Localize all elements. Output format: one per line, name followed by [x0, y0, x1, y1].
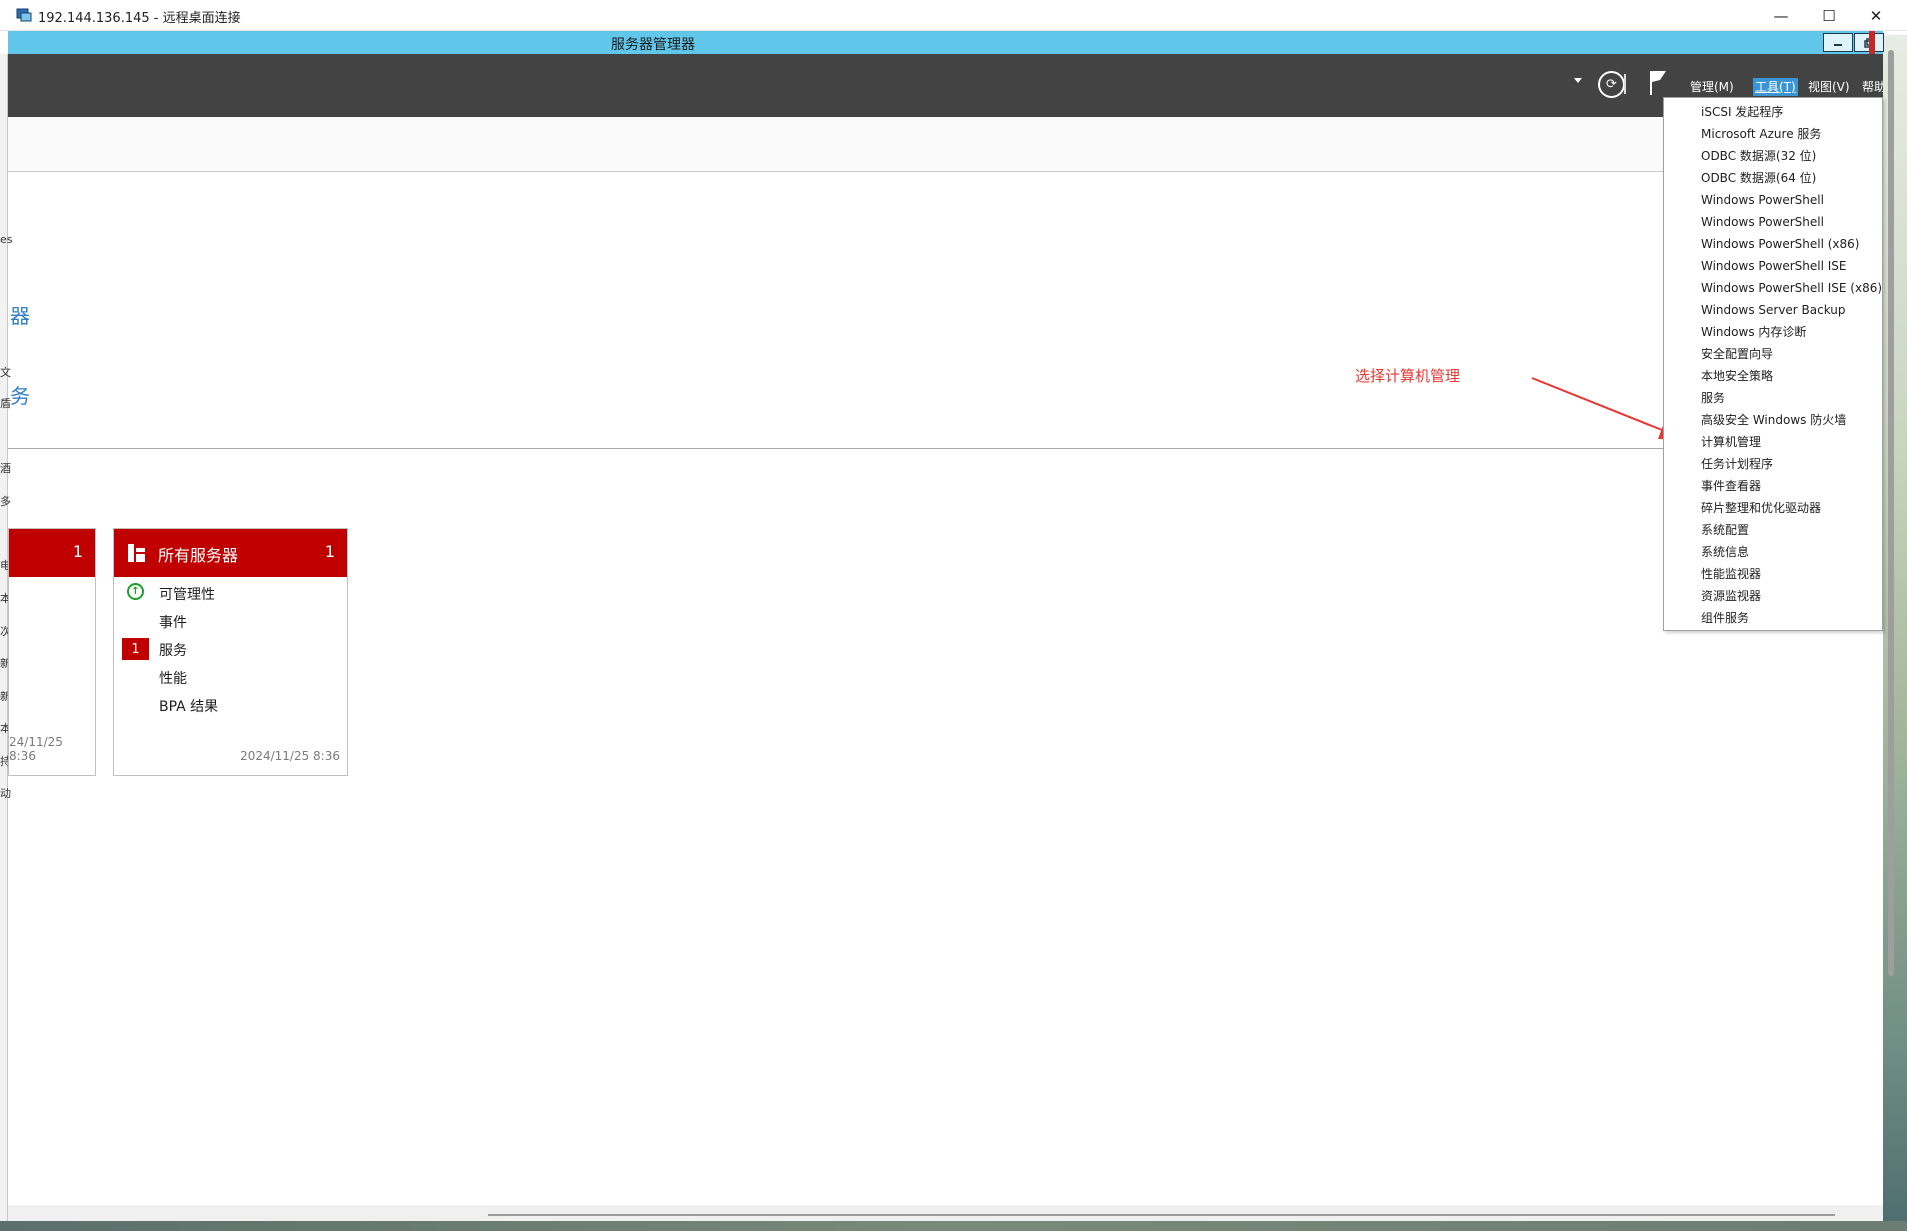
refresh-button[interactable]: ⟳ — [1598, 71, 1625, 98]
menu-item-services[interactable]: 服务 — [1701, 388, 1725, 408]
close-icon: ✕ — [1869, 6, 1883, 25]
left-text-fragment: 酒 — [0, 462, 11, 475]
tile-header[interactable]: 所有服务器 1 — [114, 529, 347, 577]
tile-row-services[interactable]: 服务 — [159, 640, 187, 660]
menu-item-local-security-policy[interactable]: 本地安全策略 — [1701, 366, 1773, 386]
menu-item-component-services[interactable]: 组件服务 — [1701, 608, 1749, 628]
sm-close-button-edge[interactable] — [1869, 31, 1875, 54]
server-manager-titlebar: 服务器管理器 — [8, 31, 1884, 54]
menu-item-security-config-wizard[interactable]: 安全配置向导 — [1701, 344, 1773, 364]
tile-row-events[interactable]: 事件 — [159, 612, 187, 632]
menu-help[interactable]: 帮助 — [1862, 78, 1883, 96]
left-text-fragment: es — [0, 233, 13, 246]
status-ok-icon: ↑ — [127, 583, 144, 600]
menu-item-system-configuration[interactable]: 系统配置 — [1701, 520, 1749, 540]
menu-item-odbc-32[interactable]: ODBC 数据源(32 位) — [1701, 146, 1816, 166]
annotation-text: 选择计算机管理 — [1355, 367, 1461, 385]
servers-icon — [128, 544, 145, 562]
chevron-down-icon[interactable] — [1574, 78, 1582, 83]
header-separator — [1624, 74, 1626, 94]
flag-icon[interactable] — [1648, 70, 1668, 96]
menu-view[interactable]: 视图(V) — [1808, 78, 1850, 96]
left-text-fragment: 多 — [0, 495, 11, 508]
horizontal-scrollbar-track — [8, 1205, 1883, 1221]
menu-item-resource-monitor[interactable]: 资源监视器 — [1701, 586, 1761, 606]
menu-item-server-backup[interactable]: Windows Server Backup — [1701, 300, 1846, 320]
rdp-window-title: 192.144.136.145 - 远程桌面连接 — [38, 11, 241, 26]
menu-item-event-viewer[interactable]: 事件查看器 — [1701, 476, 1761, 496]
tile-title: 所有服务器 — [158, 546, 239, 565]
menu-item-system-information[interactable]: 系统信息 — [1701, 542, 1749, 562]
header-subbar — [8, 117, 1883, 172]
maximize-button[interactable]: ☐ — [1806, 0, 1852, 31]
tile-header[interactable]: 1 — [9, 529, 95, 577]
menu-manage[interactable]: 管理(M) — [1690, 78, 1734, 96]
menu-item-powershell-ise-x86[interactable]: Windows PowerShell ISE (x86) — [1701, 278, 1882, 298]
menu-item-powershell-x86[interactable]: Windows PowerShell (x86) — [1701, 234, 1859, 254]
status-badge: 1 — [122, 638, 149, 660]
tile-row-performance[interactable]: 性能 — [159, 668, 187, 688]
vertical-scrollbar-thumb[interactable] — [1888, 50, 1894, 976]
menu-item-powershell[interactable]: Windows PowerShell — [1701, 190, 1824, 210]
minimize-icon — [1834, 43, 1842, 46]
tile-timestamp: 24/11/25 8:36 — [9, 735, 63, 763]
minimize-button[interactable]: — — [1758, 0, 1804, 31]
welcome-link-fragment[interactable]: 器 — [10, 300, 30, 329]
server-manager-title: 服务器管理器 — [611, 37, 695, 53]
welcome-panel: 器 务 — [8, 172, 1668, 449]
server-manager-header: ⟳ 管理(M) 工具(T) 视图(V) 帮助 — [8, 54, 1883, 117]
server-tile-all-servers[interactable]: 所有服务器 1 ↑ 可管理性 事件 1 服务 性能 BPA 结果 2024/11… — [113, 528, 348, 776]
menu-item-advanced-firewall[interactable]: 高级安全 Windows 防火墙 — [1701, 410, 1846, 430]
tile-count[interactable]: 1 — [73, 542, 83, 561]
menu-item-defragment[interactable]: 碎片整理和优化驱动器 — [1701, 498, 1821, 518]
server-tile-local[interactable]: 1 24/11/25 8:36 — [8, 528, 96, 776]
rdp-titlebar: 192.144.136.145 - 远程桌面连接 — ☐ ✕ — [0, 0, 1907, 31]
menu-item-powershell-2[interactable]: Windows PowerShell — [1701, 212, 1824, 232]
desktop-taskbar-edge — [0, 1221, 1907, 1231]
tools-dropdown-menu: iSCSI 发起程序 Microsoft Azure 服务 ODBC 数据源(3… — [1663, 97, 1883, 631]
menu-item-powershell-ise[interactable]: Windows PowerShell ISE — [1701, 256, 1847, 276]
remote-desktop-icon — [16, 8, 32, 22]
close-button[interactable]: ✕ — [1853, 0, 1899, 31]
tile-count[interactable]: 1 — [325, 542, 335, 561]
menu-tools[interactable]: 工具(T) — [1753, 78, 1798, 96]
menu-item-odbc-64[interactable]: ODBC 数据源(64 位) — [1701, 168, 1816, 188]
menu-item-memory-diagnostic[interactable]: Windows 内存诊断 — [1701, 322, 1806, 342]
left-text-fragment: 文 — [0, 366, 11, 379]
menu-item-performance-monitor[interactable]: 性能监视器 — [1701, 564, 1761, 584]
tile-row-manageability[interactable]: 可管理性 — [159, 584, 215, 604]
sm-minimize-button[interactable] — [1823, 33, 1853, 52]
menu-item-iscsi-initiator[interactable]: iSCSI 发起程序 — [1701, 102, 1783, 122]
maximize-icon: ☐ — [1822, 6, 1836, 25]
desktop-background — [1883, 35, 1907, 1231]
tile-timestamp: 2024/11/25 8:36 — [240, 749, 340, 763]
left-text-fragment: 盾 — [0, 397, 11, 410]
menu-item-task-scheduler[interactable]: 任务计划程序 — [1701, 454, 1773, 474]
minimize-icon: — — [1773, 6, 1789, 25]
refresh-icon: ⟳ — [1606, 77, 1617, 92]
horizontal-scrollbar-thumb[interactable] — [488, 1214, 1835, 1216]
welcome-link-fragment[interactable]: 务 — [10, 380, 30, 409]
tile-row-bpa-results[interactable]: BPA 结果 — [159, 696, 218, 716]
menu-item-computer-management[interactable]: 计算机管理 — [1701, 432, 1761, 452]
menu-item-azure-services[interactable]: Microsoft Azure 服务 — [1701, 124, 1821, 144]
left-text-fragment: 动 — [0, 787, 11, 800]
